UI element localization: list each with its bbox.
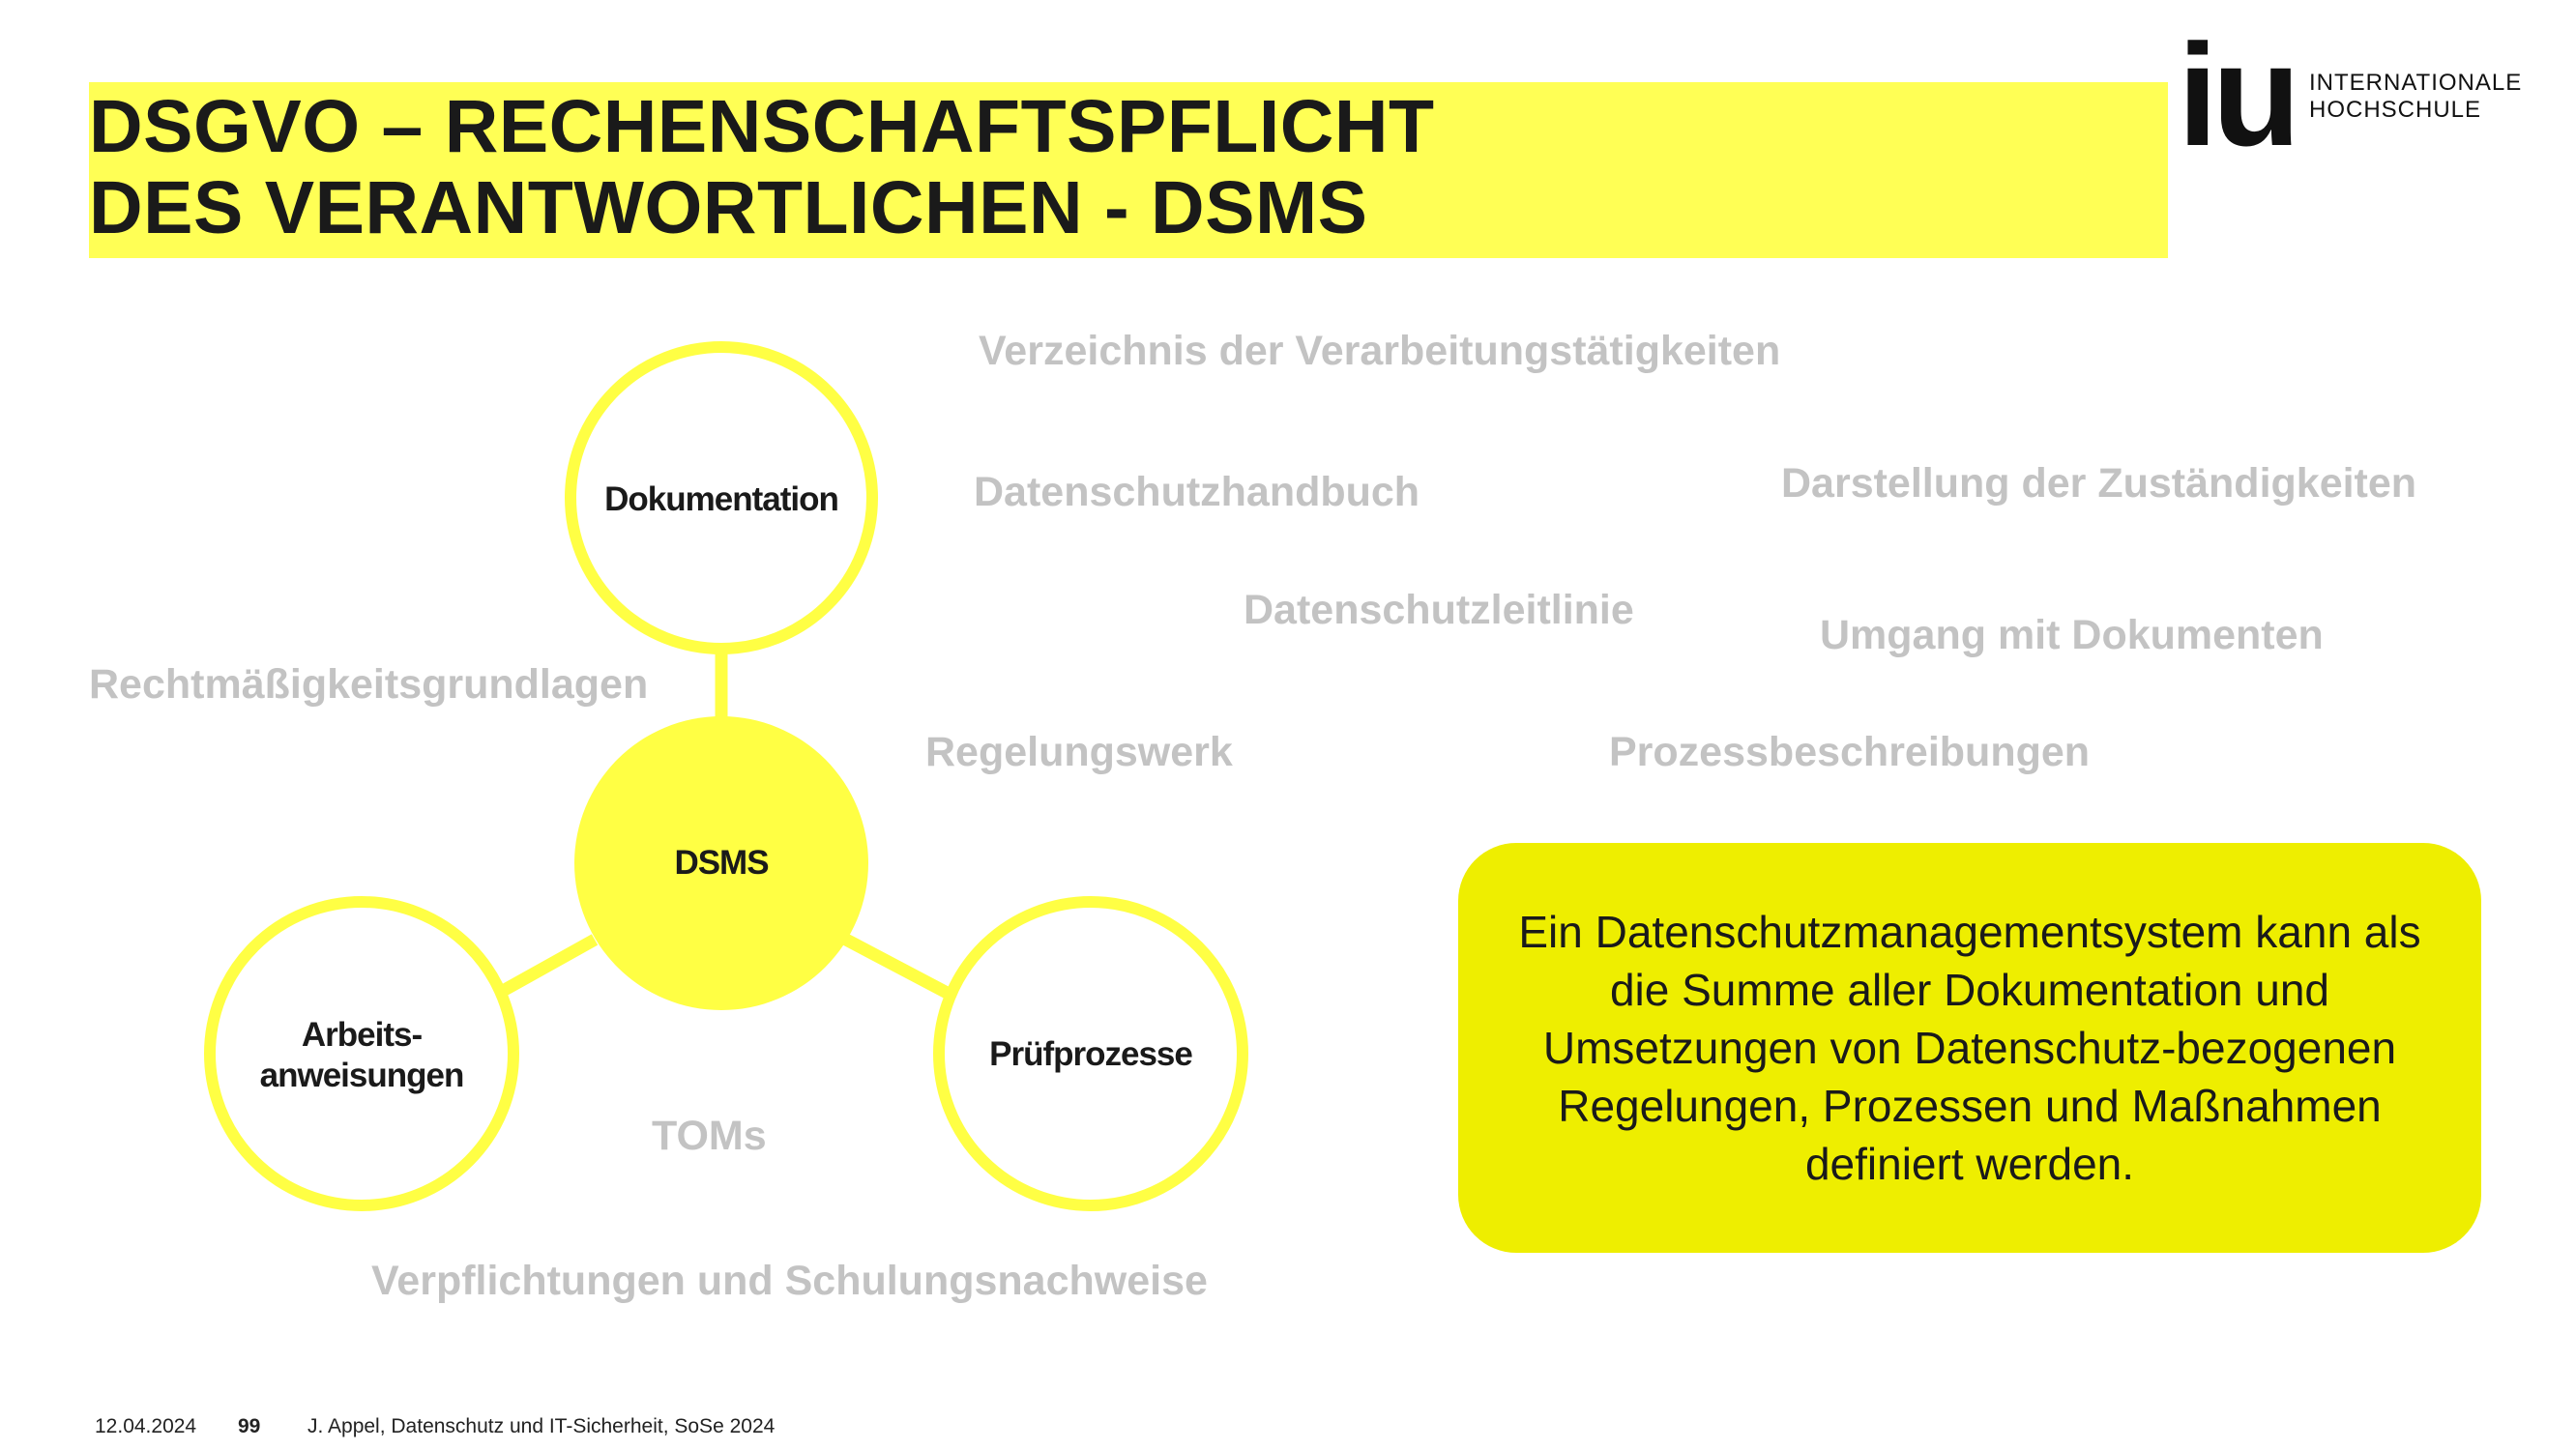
definition-text: Ein Datenschutzmanagementsystem kann als…: [1518, 907, 2421, 1189]
connector-right: [842, 934, 956, 1001]
term-verzeichnis: Verzeichnis der Verarbeitungstätigkeiten: [979, 328, 1781, 374]
footer-date: 12.04.2024: [95, 1415, 197, 1437]
label-dsms: DSMS: [674, 844, 769, 882]
connector-left: [499, 934, 599, 997]
footer-page-number: 99: [238, 1415, 261, 1437]
term-prozessbeschreibungen: Prozessbeschreibungen: [1609, 729, 2091, 775]
term-datenschutzhandbuch: Datenschutzhandbuch: [974, 469, 1420, 515]
term-rechtmaessigkeit: Rechtmäßigkeitsgrundlagen: [89, 661, 649, 708]
term-verpflichtungen: Verpflichtungen und Schulungsnachweise: [371, 1258, 1208, 1304]
term-toms: TOMs: [652, 1113, 767, 1159]
term-umgang-dokumente: Umgang mit Dokumenten: [1820, 612, 2324, 658]
term-zustaendigkeiten: Darstellung der Zuständigkeiten: [1781, 460, 2417, 507]
label-pruefprozesse: Prüfprozesse: [989, 1035, 1193, 1073]
label-arbeits-line-1: Arbeits-: [301, 1016, 423, 1054]
term-datenschutzleitlinie: Datenschutzleitlinie: [1244, 587, 1634, 633]
label-arbeits-line-2: anweisungen: [259, 1057, 465, 1094]
footer-source: J. Appel, Datenschutz und IT-Sicherheit,…: [307, 1415, 776, 1437]
label-dokumentation: Dokumentation: [604, 480, 839, 518]
term-regelungswerk: Regelungswerk: [925, 729, 1233, 775]
label-arbeitsanweisungen: Arbeits- anweisungen: [217, 1015, 507, 1096]
definition-box: Ein Datenschutzmanagementsystem kann als…: [1458, 843, 2481, 1253]
